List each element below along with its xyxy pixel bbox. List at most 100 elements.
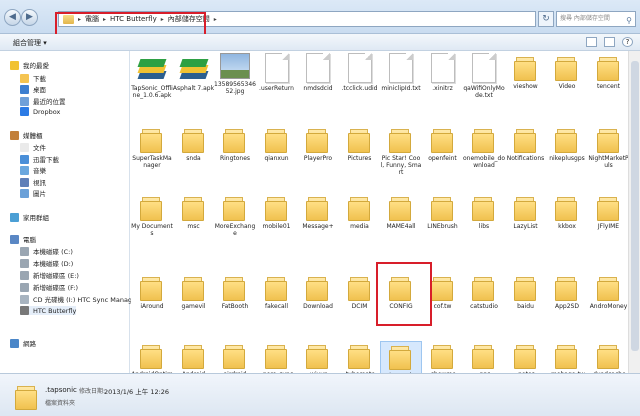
tapsonic-highlight-box [376, 262, 432, 326]
file-item[interactable]: App2SD [546, 273, 588, 310]
file-item[interactable]: MAME4all [380, 193, 422, 230]
file-item[interactable]: onemobile_download [463, 125, 505, 169]
sidebar-item[interactable]: 家用群組 [10, 212, 49, 222]
file-item[interactable]: mobile01 [256, 193, 298, 230]
sidebar-item[interactable]: 本機磁碟 (D:) [20, 258, 73, 268]
file-item[interactable]: .userReturn [256, 53, 298, 92]
folder-icon [180, 341, 208, 369]
sidebar-item[interactable]: 我的最愛 [10, 60, 49, 70]
file-item[interactable]: nikeplusgps [546, 125, 588, 162]
file-item[interactable]: .tcclick.udid [339, 53, 381, 92]
file-item[interactable]: iAround [131, 273, 173, 310]
file-name: 1358956534652.jpg [214, 81, 256, 95]
folder-icon [553, 341, 581, 369]
folder-icon [304, 125, 332, 153]
folder-icon [180, 193, 208, 221]
sidebar-item[interactable]: 媒體櫃 [10, 130, 43, 140]
folder-icon [221, 341, 249, 369]
sidebar-item[interactable]: 文件 [20, 142, 46, 152]
help-icon[interactable]: ? [622, 37, 633, 47]
file-item[interactable]: LazyList [505, 193, 547, 230]
sidebar-item[interactable]: 下載 [20, 73, 46, 83]
file-item[interactable]: LINEbrush [422, 193, 464, 230]
file-item[interactable]: Asphalt 7.apk [173, 53, 215, 92]
file-item[interactable]: DCIM [339, 273, 381, 310]
sidebar-item-label: Dropbox [33, 107, 61, 116]
refresh-button[interactable]: ↻ [538, 11, 554, 27]
file-item[interactable]: tencent [588, 53, 630, 90]
file-item[interactable]: media [339, 193, 381, 230]
file-item[interactable]: vieshow [505, 53, 547, 90]
file-item[interactable]: libs [463, 193, 505, 230]
file-item[interactable]: Pic Star! Cool, Funny, Smart [380, 125, 422, 176]
sidebar-item[interactable]: Dropbox [20, 107, 60, 116]
file-item[interactable]: msc [173, 193, 215, 230]
file-item[interactable]: MoreExchange [214, 193, 256, 237]
folder-icon [595, 193, 623, 221]
file-item[interactable]: FatBooth [214, 273, 256, 310]
file-item[interactable]: qianxun [256, 125, 298, 162]
sidebar-item[interactable]: 新增磁碟區 (E:) [20, 270, 79, 280]
file-item[interactable]: catstudio [463, 273, 505, 310]
file-item[interactable]: openfeint [422, 125, 464, 162]
sidebar-item[interactable]: 最近的位置 [20, 96, 66, 106]
status-date-label: 修改日期: [79, 388, 106, 395]
forward-button[interactable]: ▶ [21, 9, 38, 26]
sidebar-item[interactable]: 桌面 [20, 84, 46, 94]
file-item[interactable]: kkbox [546, 193, 588, 230]
file-name: kkbox [558, 223, 576, 230]
file-item[interactable]: nmdsdcid [297, 53, 339, 92]
file-item[interactable]: gamevil [173, 273, 215, 310]
sidebar-item[interactable]: 本機磁碟 (C:) [20, 246, 73, 256]
file-item[interactable]: My Documents [131, 193, 173, 237]
scrollbar-thumb[interactable] [631, 61, 639, 351]
file-item[interactable]: miniclipId.txt [380, 53, 422, 92]
sidebar-item[interactable]: 電腦 [10, 234, 36, 244]
sidebar-item[interactable]: 迅雷下載 [20, 154, 59, 164]
drive-icon [20, 246, 29, 256]
vertical-scrollbar[interactable] [628, 51, 640, 373]
file-item[interactable]: Message+ [297, 193, 339, 230]
file-item[interactable]: Ringtones [214, 125, 256, 162]
sidebar-item-label: 桌面 [33, 86, 46, 94]
command-bar: 組合管理 ▾ ? [0, 34, 640, 51]
file-item[interactable]: Download [297, 273, 339, 310]
file-item[interactable]: JFlyIME [588, 193, 630, 230]
preview-pane-icon[interactable] [604, 37, 615, 47]
folder-icon [470, 193, 498, 221]
back-button[interactable]: ◀ [4, 9, 21, 26]
sidebar-item[interactable]: 新增磁碟區 (F:) [20, 282, 78, 292]
search-icon[interactable]: ⚲ [626, 14, 632, 28]
organize-button[interactable]: 組合管理 ▾ [13, 38, 47, 48]
file-item[interactable]: Video [546, 53, 588, 90]
document-icon [389, 53, 413, 83]
file-item[interactable]: .xinitrz [422, 53, 464, 92]
file-item[interactable]: PlayerPro [297, 125, 339, 162]
file-item[interactable]: 1358956534652.jpg [214, 53, 256, 95]
sidebar-item[interactable]: 圖片 [20, 188, 46, 198]
sidebar-item[interactable]: CD 光碟機 (I:) HTC Sync Manage [20, 294, 136, 304]
file-item[interactable]: snda [173, 125, 215, 162]
sidebar-item[interactable]: 音樂 [20, 165, 46, 175]
file-name: MoreExchange [214, 223, 256, 237]
file-item[interactable]: fakecall [256, 273, 298, 310]
file-name: LazyList [513, 223, 538, 230]
file-item[interactable]: qaWifiOnlyMode.txt [463, 53, 505, 99]
sidebar-item[interactable]: HTC Butterfly [20, 306, 77, 315]
view-options-icon[interactable] [586, 37, 597, 47]
file-item[interactable]: baidu [505, 273, 547, 310]
file-item[interactable]: Notifications [505, 125, 547, 162]
file-item[interactable]: TapSonic_Offline_1.0.6.apk [131, 53, 173, 99]
file-item[interactable]: NightMarketPuls [588, 125, 630, 169]
search-input[interactable]: 搜尋 內部儲存空間 ⚲ [556, 11, 636, 27]
file-item[interactable]: AndroMoney [588, 273, 630, 310]
sidebar-item[interactable]: 網路 [10, 338, 36, 348]
file-item[interactable]: SuperTaskManager [131, 125, 173, 169]
sidebar-item-label: 本機磁碟 (D:) [33, 260, 74, 268]
sidebar-item-label: CD 光碟機 (I:) HTC Sync Manage [33, 296, 137, 304]
sidebar-item[interactable]: 視訊 [20, 177, 46, 187]
folder-icon [512, 125, 540, 153]
file-item[interactable]: Pictures [339, 125, 381, 162]
folder-icon [346, 125, 374, 153]
folder-icon [263, 273, 291, 301]
